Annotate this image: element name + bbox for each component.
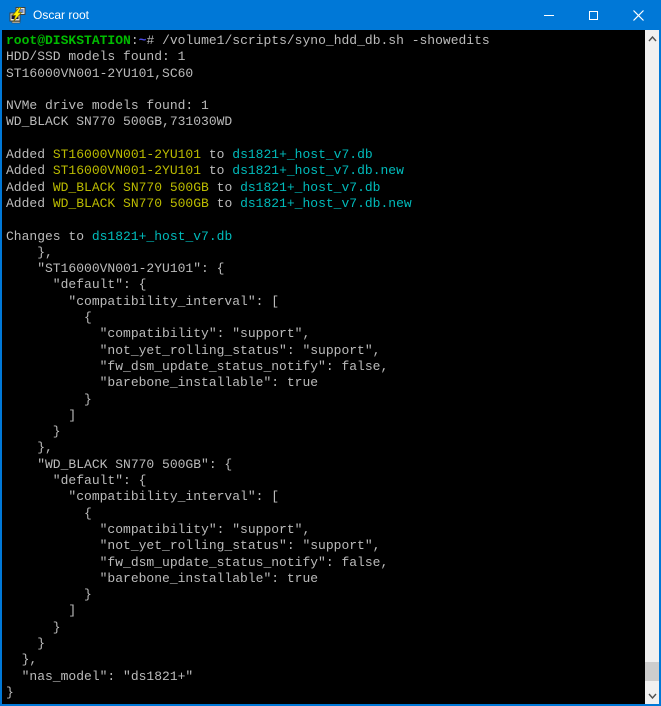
putty-app-icon bbox=[8, 6, 26, 24]
terminal-line: } bbox=[6, 587, 645, 603]
chevron-up-icon bbox=[648, 36, 657, 42]
terminal-line: HDD/SSD models found: 1 bbox=[6, 49, 645, 65]
terminal-line: ST16000VN001-2YU101,SC60 bbox=[6, 66, 645, 82]
terminal-line bbox=[6, 212, 645, 228]
terminal-line: } bbox=[6, 424, 645, 440]
terminal-line: } bbox=[6, 636, 645, 652]
window-controls bbox=[526, 0, 661, 30]
terminal-line: ] bbox=[6, 408, 645, 424]
maximize-button[interactable] bbox=[571, 0, 616, 30]
terminal-line: "fw_dsm_update_status_notify": false, bbox=[6, 555, 645, 571]
terminal-line: }, bbox=[6, 245, 645, 261]
terminal-line: WD_BLACK SN770 500GB,731030WD bbox=[6, 114, 645, 130]
terminal-output[interactable]: root@DISKSTATION:~# /volume1/scripts/syn… bbox=[2, 30, 645, 704]
terminal-line: "default": { bbox=[6, 473, 645, 489]
terminal-line: { bbox=[6, 310, 645, 326]
terminal-line: "ST16000VN001-2YU101": { bbox=[6, 261, 645, 277]
terminal-line: "compatibility_interval": [ bbox=[6, 489, 645, 505]
close-icon bbox=[633, 10, 644, 21]
terminal-line: NVMe drive models found: 1 bbox=[6, 98, 645, 114]
terminal-line: Added WD_BLACK SN770 500GB to ds1821+_ho… bbox=[6, 196, 645, 212]
terminal-line: Added WD_BLACK SN770 500GB to ds1821+_ho… bbox=[6, 180, 645, 196]
terminal-line: "compatibility": "support", bbox=[6, 326, 645, 342]
terminal-line: } bbox=[6, 620, 645, 636]
terminal-line: "barebone_installable": true bbox=[6, 571, 645, 587]
titlebar[interactable]: Oscar root bbox=[0, 0, 661, 30]
terminal-line bbox=[6, 82, 645, 98]
terminal-line: root@DISKSTATION:~# /volume1/scripts/syn… bbox=[6, 33, 645, 49]
window-title: Oscar root bbox=[33, 8, 89, 22]
terminal-line: "compatibility_interval": [ bbox=[6, 294, 645, 310]
scrollbar-thumb[interactable] bbox=[645, 662, 659, 681]
terminal-line: }, bbox=[6, 440, 645, 456]
terminal-line: } bbox=[6, 392, 645, 408]
terminal-line bbox=[6, 131, 645, 147]
terminal-line: "not_yet_rolling_status": "support", bbox=[6, 343, 645, 359]
terminal-line: "compatibility": "support", bbox=[6, 522, 645, 538]
close-button[interactable] bbox=[616, 0, 661, 30]
terminal-line: Changes to ds1821+_host_v7.db bbox=[6, 229, 645, 245]
terminal-line: "nas_model": "ds1821+" bbox=[6, 669, 645, 685]
terminal-line: }, bbox=[6, 652, 645, 668]
terminal-line: "not_yet_rolling_status": "support", bbox=[6, 538, 645, 554]
terminal-line: "default": { bbox=[6, 277, 645, 293]
putty-window: Oscar root root@DISKSTATION:~# /volume1/… bbox=[0, 0, 661, 706]
terminal-line: "WD_BLACK SN770 500GB": { bbox=[6, 457, 645, 473]
minimize-icon bbox=[544, 15, 554, 16]
terminal-line: Added ST16000VN001-2YU101 to ds1821+_hos… bbox=[6, 163, 645, 179]
terminal-line: Added ST16000VN001-2YU101 to ds1821+_hos… bbox=[6, 147, 645, 163]
terminal-line: ] bbox=[6, 603, 645, 619]
scroll-down-button[interactable] bbox=[645, 687, 659, 704]
terminal-line: } bbox=[6, 685, 645, 701]
terminal-line: { bbox=[6, 506, 645, 522]
window-body: root@DISKSTATION:~# /volume1/scripts/syn… bbox=[2, 30, 659, 704]
terminal-line: "fw_dsm_update_status_notify": false, bbox=[6, 359, 645, 375]
chevron-down-icon bbox=[648, 693, 657, 699]
minimize-button[interactable] bbox=[526, 0, 571, 30]
scroll-up-button[interactable] bbox=[645, 30, 659, 47]
scrollbar[interactable] bbox=[645, 30, 659, 704]
terminal-line: "barebone_installable": true bbox=[6, 375, 645, 391]
maximize-icon bbox=[589, 11, 598, 20]
